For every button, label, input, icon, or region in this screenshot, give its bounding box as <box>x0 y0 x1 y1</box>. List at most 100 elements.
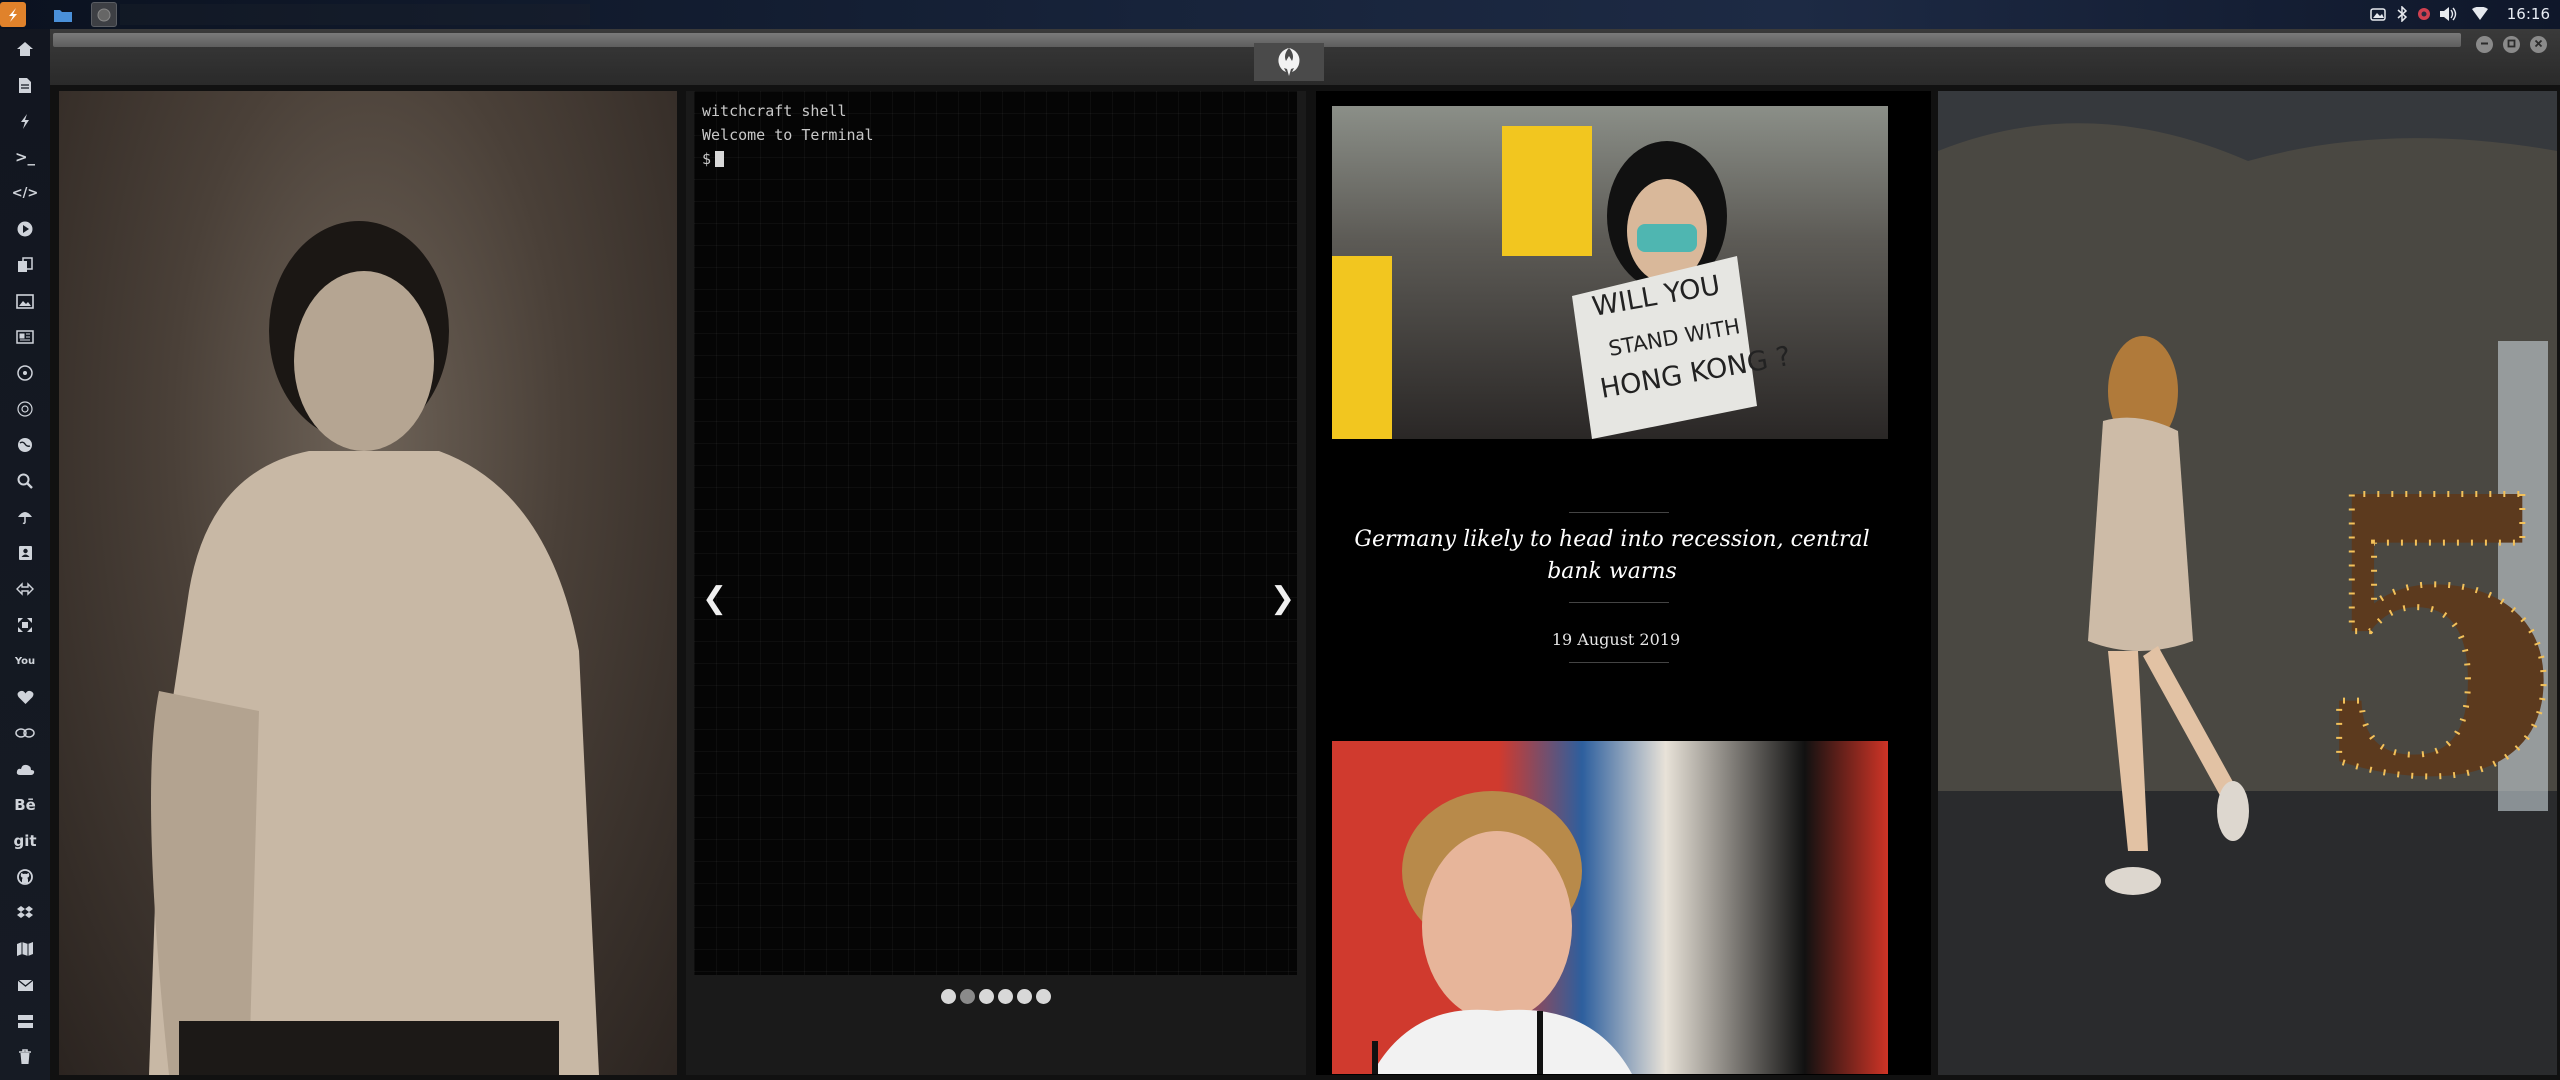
sidebar-item-bolt[interactable] <box>9 105 41 137</box>
sidebar-item-mail[interactable] <box>9 969 41 1001</box>
window-titlebar <box>50 29 2560 85</box>
sidebar-item-cloud[interactable] <box>9 753 41 785</box>
sidebar-item-globe[interactable] <box>9 429 41 461</box>
news-panel: WILL YOU STAND WITH HONG KONG ? Germany … <box>1316 91 1931 1075</box>
news-icon <box>16 330 34 344</box>
headline-rule-top <box>1569 512 1669 513</box>
sidebar-item-trash[interactable] <box>9 1041 41 1073</box>
carousel-dot-5[interactable] <box>1017 989 1032 1004</box>
sidebar-item-image[interactable] <box>9 285 41 317</box>
rebel-icon <box>17 365 33 381</box>
sidebar-item-code[interactable]: </> <box>9 177 41 209</box>
image-icon <box>16 293 34 309</box>
volume-tray-button[interactable] <box>2438 4 2458 24</box>
mail-icon <box>17 978 33 991</box>
rebel-alliance-icon <box>1278 48 1300 76</box>
youtube-icon: You <box>14 655 36 667</box>
sidebar-item-copy[interactable] <box>9 249 41 281</box>
trash-icon <box>19 1049 31 1064</box>
carousel-prev-button[interactable]: ❮ <box>702 581 727 616</box>
menu-icon <box>9 7 17 22</box>
sidebar-item-dropbox[interactable] <box>9 897 41 929</box>
sidebar-item-youtube[interactable]: You <box>9 645 41 677</box>
taskbar: 16:16 <box>0 0 2560 29</box>
terminal-line-2: Welcome to Terminal <box>702 126 874 144</box>
carousel-dot-6[interactable] <box>1036 989 1051 1004</box>
bluetooth-tray-button[interactable] <box>2394 4 2410 24</box>
contact-icon <box>18 546 32 560</box>
cloud-icon <box>16 764 34 775</box>
emblem-tab[interactable] <box>1254 43 1324 81</box>
clock[interactable]: 16:16 <box>2507 4 2550 24</box>
news-headline[interactable]: Germany likely to head into recession, c… <box>1346 524 1878 588</box>
carousel-dot-2[interactable] <box>960 989 975 1004</box>
server-icon <box>17 1014 33 1028</box>
globe-icon <box>18 438 32 452</box>
close-button[interactable] <box>2530 36 2547 53</box>
photo-panel-right: 5 <box>1938 91 2557 1075</box>
terminal-cursor <box>715 151 725 167</box>
sidebar-item-contact[interactable] <box>9 537 41 569</box>
close-icon <box>2534 39 2543 48</box>
sidebar-item-server[interactable] <box>9 1005 41 1037</box>
settings-icon <box>2418 8 2430 20</box>
empire-icon <box>17 401 33 417</box>
taskbar-strip <box>120 4 590 25</box>
sidebar-item-umbrella[interactable] <box>9 501 41 533</box>
sidebar-item-play[interactable] <box>9 213 41 245</box>
sidebar-item-terminal[interactable]: >_ <box>9 141 41 173</box>
terminal[interactable]: witchcraft shell Welcome to Terminal $ <box>694 91 1297 975</box>
sidebar-item-heart[interactable] <box>9 681 41 713</box>
news-date: 19 August 2019 <box>1551 630 1681 649</box>
settings-tray-button[interactable] <box>2414 4 2434 24</box>
terminal-line-1: witchcraft shell <box>702 102 847 120</box>
active-window-button[interactable] <box>91 2 117 27</box>
cloud-link-icon <box>15 728 35 738</box>
terminal-prompt: $ <box>702 150 712 168</box>
behance-icon: Bē <box>14 796 36 814</box>
umbrella-icon <box>18 512 32 525</box>
sidebar-item-rebel[interactable] <box>9 357 41 389</box>
news-image-merkel[interactable] <box>1332 741 1888 1074</box>
heart-icon <box>17 690 33 704</box>
sidebar-item-shuffle[interactable] <box>9 573 41 605</box>
headline-rule-bottom <box>1569 602 1669 603</box>
photo-panel-left <box>59 91 677 1075</box>
fashion-photo: 5 <box>1938 91 2557 1075</box>
files-button[interactable] <box>50 2 76 27</box>
sidebar-item-git[interactable]: git <box>9 825 41 857</box>
terminal-carousel-panel: witchcraft shell Welcome to Terminal $ ❮… <box>686 91 1306 1075</box>
maximize-button[interactable] <box>2503 36 2520 53</box>
sidebar-item-home[interactable] <box>9 33 41 65</box>
browser-window: witchcraft shell Welcome to Terminal $ ❮… <box>50 29 2560 1080</box>
big-number-5: 5 <box>2308 414 2557 861</box>
carousel-dot-4[interactable] <box>998 989 1013 1004</box>
app-menu-button[interactable] <box>0 2 26 27</box>
sidebar-item-news[interactable] <box>9 321 41 353</box>
screenshot-tray-button[interactable] <box>2368 4 2388 24</box>
sidebar-item-cloud-link[interactable] <box>9 717 41 749</box>
sidebar-item-expand[interactable] <box>9 609 41 641</box>
sidebar-item-document[interactable] <box>9 69 41 101</box>
date-rule <box>1569 662 1669 663</box>
terminal-prompt-line[interactable]: $ <box>702 147 1289 171</box>
sidebar-item-map[interactable] <box>9 933 41 965</box>
git-icon: git <box>13 832 37 850</box>
play-icon <box>17 221 33 237</box>
document-icon <box>19 77 31 93</box>
sidebar-item-search[interactable] <box>9 465 41 497</box>
search-icon <box>17 473 33 489</box>
news-image-protest[interactable]: WILL YOU STAND WITH HONG KONG ? <box>1332 106 1888 439</box>
carousel-dot-1[interactable] <box>941 989 956 1004</box>
shuffle-icon <box>16 582 34 596</box>
carousel-next-button[interactable]: ❯ <box>1270 581 1295 616</box>
sidebar-item-github[interactable] <box>9 861 41 893</box>
minimize-button[interactable] <box>2476 36 2493 53</box>
sidebar-item-behance[interactable]: Bē <box>9 789 41 821</box>
carousel-pagination <box>686 989 1306 1004</box>
sidebar-item-empire[interactable] <box>9 393 41 425</box>
expand-icon <box>18 618 32 632</box>
carousel-dot-3[interactable] <box>979 989 994 1004</box>
folder-icon <box>54 9 72 22</box>
wifi-tray-button[interactable] <box>2470 4 2490 24</box>
